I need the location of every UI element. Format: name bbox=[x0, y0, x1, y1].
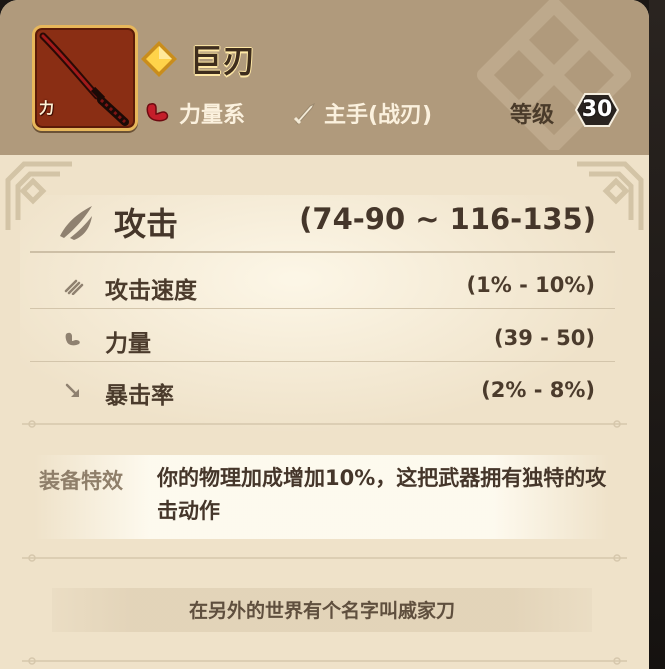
divider bbox=[30, 361, 615, 362]
sword-icon bbox=[293, 102, 316, 125]
background-edge bbox=[649, 0, 665, 669]
ornament-divider bbox=[22, 657, 627, 665]
crit-rate-icon bbox=[65, 383, 79, 397]
weapon-icon-frame[interactable]: 力 bbox=[32, 25, 138, 131]
item-header: 力 巨刃 力量系 主手(战刃) 等级 30 bbox=[0, 0, 649, 155]
stat-row-strength: 力量 (39 - 50) bbox=[60, 318, 595, 358]
level-label: 等级 bbox=[510, 103, 555, 128]
strength-icon bbox=[65, 332, 80, 346]
ornament-divider bbox=[22, 420, 627, 428]
level-value: 30 bbox=[581, 97, 613, 122]
stat-value: (39 - 50) bbox=[494, 326, 595, 350]
attack-row: 攻击 (74-90 ~ 116-135) bbox=[56, 197, 616, 247]
item-name: 巨刃 bbox=[190, 42, 257, 80]
class-label: 力量系 bbox=[179, 103, 246, 128]
lore-box: 在另外的世界有个名字叫戚家刀 bbox=[52, 588, 592, 632]
attack-slash-icon bbox=[60, 206, 92, 240]
diamond-icon bbox=[141, 41, 177, 77]
type-badge: 力 bbox=[39, 99, 55, 117]
attack-value: (74-90 ~ 116-135) bbox=[299, 202, 596, 236]
stat-label: 暴击率 bbox=[105, 383, 174, 409]
attack-label: 攻击 bbox=[114, 205, 179, 243]
flexed-arm-icon bbox=[146, 103, 169, 122]
level-badge: 30 bbox=[575, 92, 619, 128]
effect-text: 你的物理加成增加10%，这把武器拥有独特的攻击动作 bbox=[157, 466, 607, 523]
ornament-divider bbox=[22, 554, 627, 562]
effect-label: 装备特效 bbox=[39, 469, 123, 493]
stat-row-crit-rate: 暴击率 (2% - 8%) bbox=[60, 370, 595, 410]
item-tooltip-card: 力 巨刃 力量系 主手(战刃) 等级 30 攻击 (74-90 ~ 116-13… bbox=[0, 0, 649, 669]
stat-label: 攻击速度 bbox=[105, 278, 197, 304]
slot-label: 主手(战刃) bbox=[324, 103, 433, 128]
stat-row-attack-speed: 攻击速度 (1% - 10%) bbox=[60, 265, 595, 305]
stat-label: 力量 bbox=[105, 331, 151, 357]
stat-value: (2% - 8%) bbox=[481, 378, 595, 402]
lore-text: 在另外的世界有个名字叫戚家刀 bbox=[188, 600, 455, 622]
divider bbox=[30, 251, 615, 253]
attack-speed-icon bbox=[64, 279, 84, 295]
stat-value: (1% - 10%) bbox=[466, 273, 595, 297]
equip-effect: 装备特效 你的物理加成增加10%，这把武器拥有独特的攻击动作 bbox=[34, 455, 609, 539]
divider bbox=[30, 308, 615, 309]
